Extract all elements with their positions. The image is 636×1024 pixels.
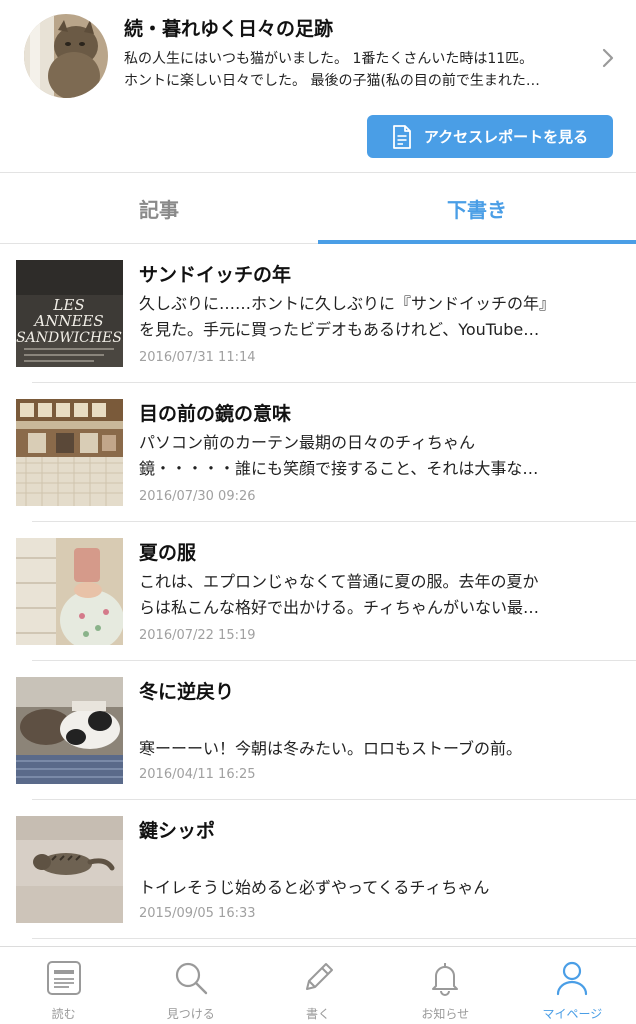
article-excerpt: 寒ーーーい！今朝は冬みたい。ロロもストーブの前。	[139, 736, 611, 762]
bell-icon	[432, 963, 459, 996]
thumbnail-text: ANNEES	[32, 312, 103, 330]
nav-item-read[interactable]: 読む	[0, 947, 127, 1024]
tab-drafts[interactable]: 下書き	[318, 173, 636, 244]
nav-item-discover[interactable]: 見つける	[127, 947, 254, 1024]
read-icon	[46, 961, 81, 995]
blog-avatar	[24, 14, 108, 98]
article-excerpt-line: 久しぶりに……ホントに久しぶりに『サンドイッチの年』	[139, 294, 556, 313]
article-excerpt: これは、エプロンじゃなくて普通に夏の服。去年の夏か らは私こんな格好で出かける。…	[139, 569, 611, 621]
article-excerpt-line: を見た。手元に買ったビデオもあるけれど、YouTube…	[139, 320, 540, 339]
article-thumbnail	[16, 677, 123, 784]
article-excerpt: トイレそうじ始めると必ずやってくるチィちゃん	[139, 875, 611, 901]
draft-list: LES ANNEES SANDWICHES サンドイッチの年 久しぶりに……ホン…	[0, 244, 636, 939]
access-report-label: アクセスレポートを見る	[423, 128, 589, 146]
nav-item-mypage[interactable]: マイページ	[509, 947, 636, 1024]
article-excerpt: 久しぶりに……ホントに久しぶりに『サンドイッチの年』 を見た。手元に買ったビデオ…	[139, 291, 611, 343]
person-icon	[557, 961, 588, 996]
nav-label: 書く	[306, 1007, 331, 1021]
article-date: 2016/07/30 09:26	[139, 489, 256, 504]
blog-title: 続・暮れゆく日々の足跡	[124, 18, 334, 40]
article-excerpt: パソコン前のカーテン最期の日々のチィちゃん 鏡・・・・・誰にも笑顔で接すること、…	[139, 430, 611, 482]
article-title: 夏の服	[139, 542, 197, 564]
access-report-button[interactable]: アクセスレポートを見る	[367, 115, 613, 158]
thumbnail-text: SANDWICHES	[16, 330, 122, 346]
article-excerpt-line: らは私こんな格好で出かける。チィちゃんがいない最…	[139, 598, 540, 617]
article-title: サンドイッチの年	[139, 264, 292, 286]
article-date: 2016/07/22 15:19	[139, 628, 256, 643]
article-title: 目の前の鏡の意味	[139, 403, 292, 425]
article-title: 鍵シッポ	[139, 820, 216, 842]
nav-label: 読む	[51, 1007, 76, 1021]
list-item[interactable]: 冬に逆戻り 寒ーーーい！今朝は冬みたい。ロロもストーブの前。 2016/04/1…	[0, 661, 636, 800]
article-thumbnail	[16, 816, 123, 923]
pencil-icon	[306, 963, 333, 990]
article-thumbnail: LES ANNEES SANDWICHES	[16, 260, 123, 367]
tab-bar: 記事 下書き	[0, 172, 636, 244]
article-date: 2016/07/31 11:14	[139, 350, 256, 365]
blog-description-line: 私の人生にはいつも猫がいました。 1番たくさんいた時は11匹。	[124, 51, 534, 67]
tab-articles[interactable]: 記事	[0, 173, 318, 243]
list-item[interactable]: 目の前の鏡の意味 パソコン前のカーテン最期の日々のチィちゃん 鏡・・・・・誰にも…	[0, 383, 636, 522]
article-excerpt-line: パソコン前のカーテン最期の日々のチィちゃん	[139, 433, 476, 452]
nav-label: マイページ	[542, 1007, 603, 1021]
chevron-right-icon[interactable]	[598, 46, 618, 70]
bottom-nav: 読む 見つける 書く お知らせ マイページ	[0, 946, 636, 1024]
blog-description: 私の人生にはいつも猫がいました。 1番たくさんいた時は11匹。 ホントに楽しい日…	[124, 48, 594, 92]
article-excerpt-line: これは、エプロンじゃなくて普通に夏の服。去年の夏か	[139, 572, 539, 591]
blog-description-line: ホントに楽しい日々でした。 最後の子猫(私の目の前で生まれた…	[124, 73, 540, 89]
article-excerpt-line: 寒ーーーい！今朝は冬みたい。ロロもストーブの前。	[139, 739, 523, 758]
list-item[interactable]: 夏の服 これは、エプロンじゃなくて普通に夏の服。去年の夏か らは私こんな格好で出…	[0, 522, 636, 661]
nav-item-notifications[interactable]: お知らせ	[382, 947, 509, 1024]
blog-header[interactable]: 続・暮れゆく日々の足跡 私の人生にはいつも猫がいました。 1番たくさんいた時は1…	[0, 0, 636, 172]
article-thumbnail	[16, 399, 123, 506]
article-date: 2015/09/05 16:33	[139, 906, 256, 921]
list-item[interactable]: LES ANNEES SANDWICHES サンドイッチの年 久しぶりに……ホン…	[0, 244, 636, 383]
article-date: 2016/04/11 16:25	[139, 767, 256, 782]
article-excerpt-line: 鏡・・・・・誰にも笑顔で接すること、それは大事な…	[139, 459, 539, 478]
search-icon	[175, 962, 207, 995]
document-icon	[392, 124, 411, 149]
nav-item-write[interactable]: 書く	[254, 947, 381, 1024]
list-item[interactable]: 鍵シッポ トイレそうじ始めると必ずやってくるチィちゃん 2015/09/05 1…	[0, 800, 636, 939]
nav-label: お知らせ	[421, 1007, 470, 1021]
nav-label: 見つける	[166, 1007, 215, 1021]
article-thumbnail	[16, 538, 123, 645]
article-title: 冬に逆戻り	[139, 681, 235, 703]
article-excerpt-line: トイレそうじ始めると必ずやってくるチィちゃん	[139, 878, 490, 897]
